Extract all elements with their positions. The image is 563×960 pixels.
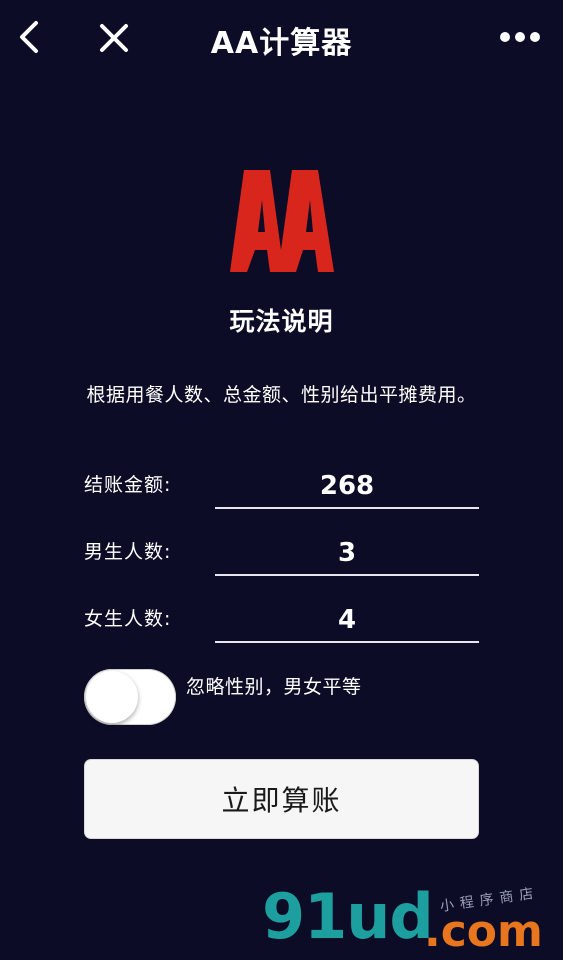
- instructions-title: 玩法说明: [229, 307, 334, 336]
- instructions-description: 根据用餐人数、总金额、性别给出平摊费用。: [86, 384, 477, 406]
- navbar: AA计算器: [0, 0, 563, 76]
- male-count-input[interactable]: [215, 532, 479, 576]
- male-count-label: 男生人数:: [84, 541, 172, 563]
- calculate-button[interactable]: 立即算账: [84, 759, 479, 839]
- more-horizontal-icon[interactable]: [499, 30, 541, 44]
- watermark: 91ud .com 小程序商店: [262, 880, 552, 958]
- bill-amount-label: 结账金额:: [84, 474, 172, 496]
- aa-logo: [230, 170, 334, 272]
- female-count-input[interactable]: [215, 599, 479, 643]
- watermark-brand: 91ud: [262, 880, 434, 953]
- female-count-label: 女生人数:: [84, 608, 172, 630]
- bill-amount-input[interactable]: [215, 465, 479, 509]
- page-title: AA计算器: [210, 26, 353, 61]
- ignore-gender-label: 忽略性别，男女平等: [186, 676, 362, 698]
- toggle-knob: [86, 671, 138, 723]
- ignore-gender-toggle[interactable]: [84, 669, 176, 725]
